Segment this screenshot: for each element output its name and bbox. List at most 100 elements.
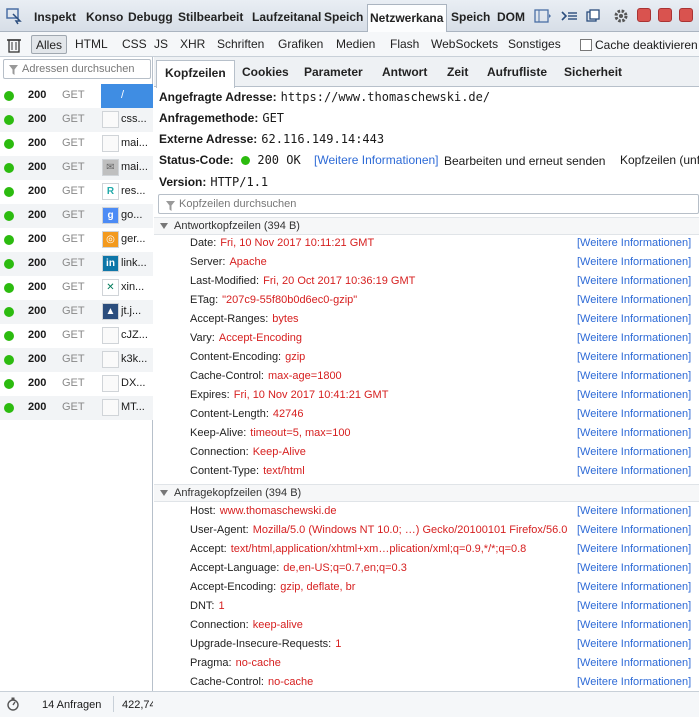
- filter-xhr[interactable]: XHR: [176, 35, 209, 54]
- maximize-button[interactable]: [658, 8, 672, 22]
- tab-debugger[interactable]: Debugg: [126, 4, 174, 30]
- tab-style-editor[interactable]: Stilbearbeit: [176, 4, 248, 30]
- tab-params[interactable]: Parameter: [304, 65, 363, 79]
- more-info-link[interactable]: [Weitere Informationen]: [577, 256, 691, 268]
- request-status: 200: [28, 329, 47, 341]
- performance-stopwatch-icon[interactable]: [6, 697, 20, 714]
- more-info-link[interactable]: [Weitere Informationen]: [577, 389, 691, 401]
- more-info-link[interactable]: [Weitere Informationen]: [577, 505, 691, 517]
- response-headers-section[interactable]: Antwortkopfzeilen (394 B): [154, 217, 699, 235]
- tab-dom[interactable]: DOM: [495, 4, 525, 30]
- request-row[interactable]: 200 GET css...: [0, 108, 153, 132]
- close-button[interactable]: [679, 8, 693, 22]
- request-row[interactable]: 200 GET cJZ...: [0, 324, 153, 348]
- tab-security[interactable]: Sicherheit: [564, 65, 622, 79]
- address-search-input[interactable]: Adressen durchsuchen: [3, 59, 151, 79]
- request-row[interactable]: 200 GET DX...: [0, 372, 153, 396]
- request-row[interactable]: 200 GET ◎ ger...: [0, 228, 153, 252]
- more-info-link[interactable]: [Weitere Informationen]: [577, 446, 691, 458]
- more-info-link[interactable]: [Weitere Informationen]: [577, 294, 691, 306]
- filter-all[interactable]: Alles: [31, 35, 68, 54]
- status-ok-dot-icon: [4, 331, 14, 341]
- request-row[interactable]: 200 GET ✉ mai...: [0, 156, 153, 180]
- filter-websockets[interactable]: WebSockets: [427, 35, 502, 54]
- request-status: 200: [28, 233, 47, 245]
- request-row[interactable]: 200 GET /: [0, 84, 153, 108]
- header-name: DNT: 1: [190, 600, 225, 612]
- more-info-link[interactable]: [Weitere Informationen]: [577, 600, 691, 612]
- request-row[interactable]: 200 GET ▲ jt.j...: [0, 300, 153, 324]
- more-info-link[interactable]: [Weitere Informationen]: [577, 237, 691, 249]
- more-info-link[interactable]: [Weitere Informationen]: [577, 313, 691, 325]
- request-row[interactable]: 200 GET MT...: [0, 396, 153, 420]
- trash-icon[interactable]: [4, 35, 24, 55]
- more-info-link[interactable]: [Weitere Informationen]: [577, 562, 691, 574]
- more-info-link[interactable]: [Weitere Informationen]: [577, 581, 691, 593]
- request-file: /: [121, 89, 125, 101]
- tab-cookies[interactable]: Cookies: [242, 65, 289, 79]
- cache-checkbox[interactable]: [580, 39, 592, 51]
- tab-storage[interactable]: Speich: [449, 4, 493, 30]
- request-row[interactable]: 200 GET g go...: [0, 204, 153, 228]
- request-row[interactable]: 200 GET k3k...: [0, 348, 153, 372]
- filter-fonts[interactable]: Schriften: [213, 35, 268, 54]
- header-name: Accept-Language: de,en-US;q=0.7,en;q=0.3: [190, 562, 407, 574]
- tab-timings[interactable]: Zeit: [447, 65, 468, 79]
- more-info-link[interactable]: [Weitere Informationen]: [577, 619, 691, 631]
- tab-response[interactable]: Antwort: [382, 65, 427, 79]
- header-row: Accept-Language: de,en-US;q=0.7,en;q=0.3 […: [154, 560, 699, 579]
- tab-stack-trace[interactable]: Aufrufliste: [487, 65, 547, 79]
- file-type-icon: [102, 87, 119, 104]
- status-more-info-link[interactable]: [Weitere Informationen]: [314, 153, 439, 167]
- request-row[interactable]: 200 GET mai...: [0, 132, 153, 156]
- more-info-link[interactable]: [Weitere Informationen]: [577, 543, 691, 555]
- request-row[interactable]: 200 GET in link...: [0, 252, 153, 276]
- minimize-button[interactable]: [637, 8, 651, 22]
- filter-media[interactable]: Medien: [332, 35, 379, 54]
- settings-gear-icon[interactable]: [611, 6, 631, 26]
- more-info-link[interactable]: [Weitere Informationen]: [577, 524, 691, 536]
- status-ok-dot-icon: [4, 403, 14, 413]
- tab-headers[interactable]: Kopfzeilen: [156, 60, 235, 88]
- more-info-link[interactable]: [Weitere Informationen]: [577, 332, 691, 344]
- header-name-text: Pragma:: [190, 657, 232, 669]
- more-info-link[interactable]: [Weitere Informationen]: [577, 427, 691, 439]
- file-type-icon: in: [102, 255, 119, 272]
- header-value: 42746: [272, 408, 304, 420]
- pick-element-icon[interactable]: [4, 6, 24, 26]
- header-value: Fri, 10 Nov 2017 10:11:21 GMT: [220, 237, 375, 249]
- filter-flash[interactable]: Flash: [386, 35, 423, 54]
- more-info-link[interactable]: [Weitere Informationen]: [577, 408, 691, 420]
- more-info-link[interactable]: [Weitere Informationen]: [577, 275, 691, 287]
- more-info-link[interactable]: [Weitere Informationen]: [577, 676, 691, 688]
- dock-window-icon[interactable]: [583, 6, 603, 26]
- tab-inspector[interactable]: Inspekt: [32, 4, 80, 30]
- filter-images[interactable]: Grafiken: [274, 35, 327, 54]
- more-info-link[interactable]: [Weitere Informationen]: [577, 638, 691, 650]
- tab-console[interactable]: Konso: [84, 4, 124, 30]
- tab-memory[interactable]: Speich: [322, 4, 366, 30]
- filter-other[interactable]: Sonstiges: [504, 35, 565, 54]
- transfer-size: 422,74: [122, 699, 153, 711]
- tab-performance[interactable]: Laufzeitanal: [250, 4, 322, 30]
- request-row[interactable]: 200 GET ✕ xin...: [0, 276, 153, 300]
- split-console-icon[interactable]: [559, 6, 579, 26]
- more-info-link[interactable]: [Weitere Informationen]: [577, 370, 691, 382]
- layout-toggle-icon[interactable]: [533, 6, 553, 26]
- header-value: Fri, 10 Nov 2017 10:41:21 GMT: [233, 389, 389, 401]
- summary-url: Angefragte Adresse: https://www.thomasche…: [159, 90, 490, 104]
- more-info-link[interactable]: [Weitere Informationen]: [577, 657, 691, 669]
- header-search-input[interactable]: Kopfzeilen durchsuchen: [158, 194, 699, 214]
- header-name-text: DNT:: [190, 600, 215, 612]
- tab-network[interactable]: Netzwerkana: [367, 4, 447, 32]
- filter-js[interactable]: JS: [150, 35, 172, 54]
- filter-html[interactable]: HTML: [71, 35, 112, 54]
- more-info-link[interactable]: [Weitere Informationen]: [577, 465, 691, 477]
- more-info-link[interactable]: [Weitere Informationen]: [577, 351, 691, 363]
- header-value: Accept-Encoding: [218, 332, 303, 344]
- filter-css[interactable]: CSS: [118, 35, 151, 54]
- request-headers-section[interactable]: Anfragekopfzeilen (394 B): [154, 484, 699, 502]
- raw-headers-button[interactable]: Kopfzeilen (unf: [616, 150, 699, 170]
- request-row[interactable]: 200 GET Rres...: [0, 180, 153, 204]
- edit-resend-button[interactable]: Bearbeiten und erneut senden: [438, 150, 611, 170]
